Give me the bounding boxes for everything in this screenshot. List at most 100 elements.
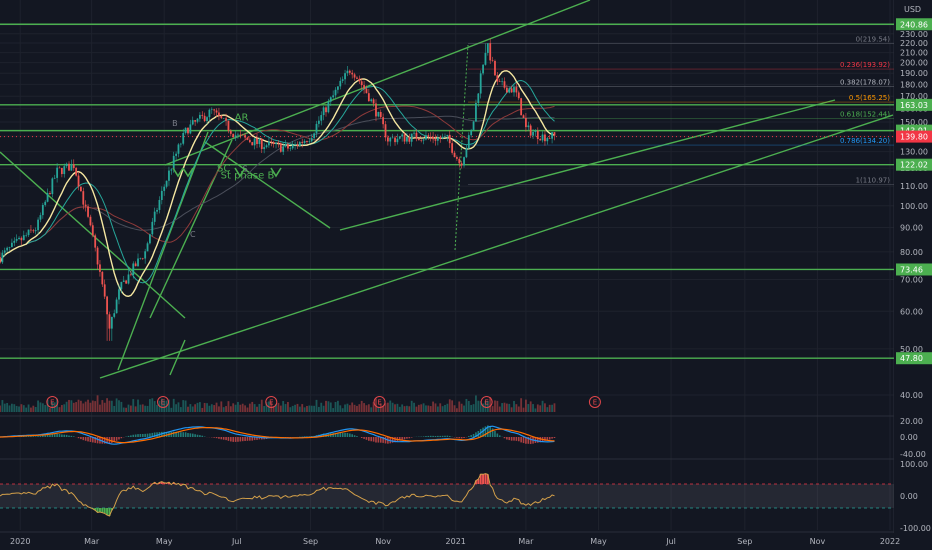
volume-bar (225, 406, 227, 412)
volume-bar (529, 401, 532, 412)
candle-body (125, 280, 128, 284)
candle-body (270, 141, 273, 143)
volume-bar (22, 405, 25, 412)
candle-body (337, 86, 339, 90)
candle-body (363, 85, 365, 89)
price-tick-label: 190.00 (900, 69, 928, 78)
volume-bar (248, 403, 251, 412)
candle-body (436, 137, 439, 141)
macd-histogram-bar (494, 430, 496, 437)
candle-body (498, 81, 501, 83)
price-chart[interactable]: 0(219.54) 0.236(193.92) 0.382(178.07) 0.5(1… (0, 0, 932, 550)
time-axis-background[interactable] (0, 533, 932, 550)
candle-body (239, 134, 242, 136)
volume-bar (422, 403, 425, 412)
candle-body (44, 201, 47, 205)
candle-body (491, 60, 494, 62)
volume-bar (287, 401, 289, 412)
volume-bar (315, 399, 318, 412)
volume-bar (356, 405, 358, 412)
candle-body (65, 163, 68, 167)
candle-body (520, 98, 523, 116)
candle-body (320, 115, 323, 121)
macd-histogram-bar (517, 437, 520, 442)
candle-body (329, 97, 332, 102)
candle-body (153, 211, 156, 222)
candle-body (210, 109, 213, 110)
candle-body (408, 137, 411, 142)
candle-body (30, 229, 32, 231)
candle-body (108, 314, 111, 329)
volume-bar (429, 406, 432, 412)
macd-tick-label: 20.00 (900, 417, 923, 426)
volume-bar (532, 404, 534, 412)
macd-histogram-bar (222, 437, 225, 440)
candle-body (534, 130, 537, 132)
volume-bar (58, 407, 61, 412)
volume-bar (10, 403, 13, 412)
volume-bar (434, 403, 437, 412)
candle-body (70, 164, 73, 171)
macd-histogram-bar (46, 434, 49, 437)
macd-histogram-bar (377, 437, 380, 443)
chart-window[interactable]: 0(219.54) 0.236(193.92) 0.382(178.07) 0.5(1… (0, 0, 932, 550)
volume-bar (229, 406, 232, 412)
volume-bar (546, 407, 549, 412)
candle-body (284, 143, 287, 147)
time-tick-label: Sep (303, 537, 318, 546)
candle-body (225, 118, 227, 121)
earnings-marker-label: E (50, 399, 54, 407)
volume-bar (222, 407, 225, 412)
fib-level-label: 0.786(134.20) (840, 137, 890, 145)
macd-histogram-bar (356, 436, 358, 437)
candle-body (294, 144, 296, 145)
candle-body (296, 144, 299, 146)
volume-bar (513, 400, 515, 412)
macd-histogram-bar (56, 433, 58, 437)
candle-body (365, 88, 368, 94)
price-tick-label: 60.00 (900, 307, 923, 316)
macd-histogram-bar (503, 437, 506, 439)
candle-body (229, 130, 232, 134)
volume-bar (34, 406, 37, 412)
volume-bar (151, 398, 154, 412)
macd-histogram-bar (384, 437, 387, 444)
macd-histogram-bar (34, 436, 37, 437)
volume-bar (25, 407, 28, 412)
volume-bar (394, 404, 396, 412)
volume-bar (536, 404, 539, 412)
volume-bar (544, 403, 546, 412)
volume-bar (77, 399, 80, 412)
candle-body (410, 133, 413, 142)
macd-histogram-bar (220, 437, 223, 440)
volume-bar (448, 399, 451, 412)
macd-histogram-bar (251, 437, 254, 441)
volume-bar (346, 403, 349, 412)
candle-body (248, 139, 251, 143)
macd-histogram-bar (199, 435, 201, 437)
candle-body (27, 229, 30, 236)
candle-body (118, 289, 120, 300)
macd-histogram-bar (232, 437, 235, 442)
candle-body (406, 137, 408, 142)
volume-bar (91, 400, 94, 412)
candle-body (489, 43, 492, 61)
volume-bar (325, 400, 327, 412)
macd-histogram-bar (80, 437, 82, 440)
macd-histogram-bar (360, 437, 363, 438)
macd-histogram-bar (39, 435, 42, 437)
candle-body (306, 140, 308, 142)
macd-histogram-bar (553, 437, 556, 439)
candle-body (253, 138, 256, 146)
candle-body (360, 81, 363, 86)
macd-histogram-bar (230, 437, 232, 442)
candle-body (170, 169, 173, 171)
chart-annotation: SC (217, 164, 230, 175)
macd-tick-label: -40.00 (900, 450, 926, 459)
candle-body (163, 186, 166, 191)
candle-body (482, 64, 484, 74)
volume-bar (417, 404, 420, 412)
volume-bar (494, 400, 496, 412)
volume-bar (239, 404, 242, 412)
candle-body (227, 120, 230, 131)
